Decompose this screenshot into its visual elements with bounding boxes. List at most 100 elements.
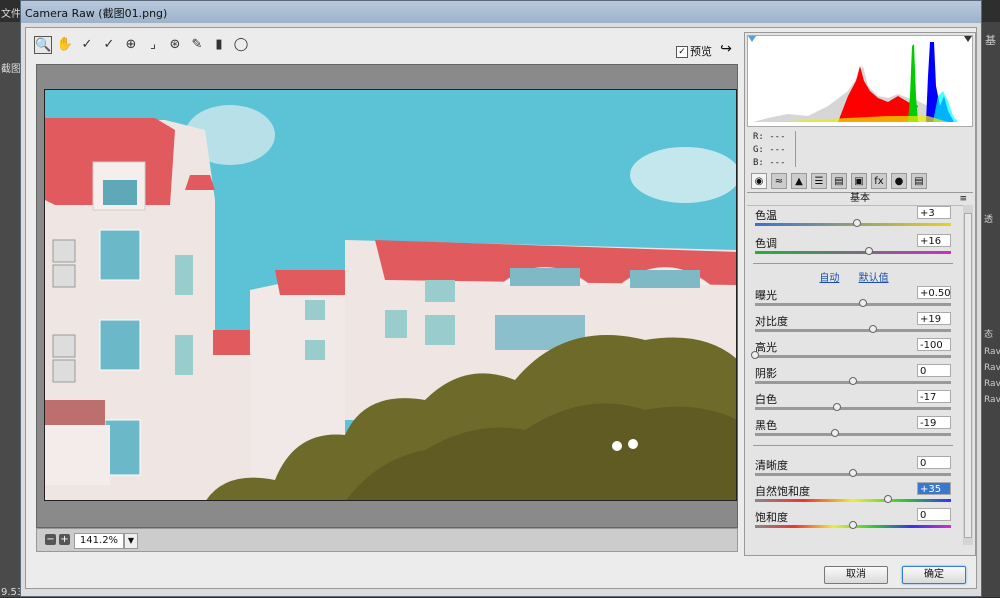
auto-link[interactable]: 自动 xyxy=(819,273,839,284)
zoom-level-field[interactable]: 141.2% xyxy=(74,533,124,549)
slider-value-field[interactable]: +19 xyxy=(917,312,951,325)
slider-thumb[interactable] xyxy=(831,429,840,437)
slider-exposure[interactable]: 曝光 +0.50 xyxy=(747,286,961,313)
panel-tabs: ◉ ≈ ▲ ☰ ▤ ▣ fx ● ▤ xyxy=(747,173,973,191)
panel-title-text: 基本 xyxy=(850,193,870,204)
graduated-filter-icon[interactable]: ◯ xyxy=(232,36,250,54)
slider-value-field[interactable]: -17 xyxy=(917,390,951,403)
panel-scrollbar[interactable] xyxy=(963,205,973,545)
hsl-icon[interactable]: ☰ xyxy=(811,173,827,189)
toolbar: 🔍 ✋ ✓ ✓ ⊕ ⌟ ⊛ ✎ ▮ ◯ xyxy=(34,34,744,56)
slider-track[interactable] xyxy=(755,325,951,333)
slider-label: 阴影 xyxy=(755,367,777,380)
slider-value-field[interactable]: -100 xyxy=(917,338,951,351)
zoom-in-button[interactable]: + xyxy=(59,534,70,545)
slider-value-field[interactable]: +0.50 xyxy=(917,286,951,299)
slider-contrast[interactable]: 对比度 +19 xyxy=(747,312,961,339)
targeted-adjust-icon[interactable]: ⊕ xyxy=(122,36,140,54)
redeye-icon[interactable]: ✎ xyxy=(188,36,206,54)
camera-calibration-icon[interactable]: ● xyxy=(891,173,907,189)
split-tone-icon[interactable]: ▤ xyxy=(831,173,847,189)
slider-track[interactable] xyxy=(755,469,951,477)
slider-track[interactable] xyxy=(751,351,951,359)
white-balance-icon[interactable]: ✓ xyxy=(78,36,96,54)
title-bar[interactable]: Camera Raw (截图01.png) xyxy=(21,1,981,23)
slider-thumb[interactable] xyxy=(849,521,857,529)
slider-value-field[interactable]: 0 xyxy=(917,364,951,377)
slider-thumb[interactable] xyxy=(864,247,873,255)
readout-divider xyxy=(795,131,796,167)
color-sampler-icon[interactable]: ✓ xyxy=(100,36,118,54)
host-right-label: 透 xyxy=(984,215,994,225)
hand-icon[interactable]: ✋ xyxy=(56,36,74,54)
preview-checkbox[interactable]: ✓ 预览 xyxy=(676,43,712,59)
slider-clarity[interactable]: 清晰度 0 xyxy=(747,456,961,483)
slider-track[interactable] xyxy=(755,521,951,529)
tone-curve-icon[interactable]: ≈ xyxy=(771,173,787,189)
image-canvas[interactable] xyxy=(36,64,738,528)
window-title: Camera Raw (截图01.png) xyxy=(25,7,168,20)
slider-track[interactable] xyxy=(755,429,951,437)
slider-blacks[interactable]: 黑色 -19 xyxy=(747,416,961,443)
slider-value-field[interactable]: +3 xyxy=(917,206,951,219)
slider-value-field[interactable]: +16 xyxy=(917,234,951,247)
slider-track[interactable] xyxy=(755,377,951,385)
slider-thumb[interactable] xyxy=(849,377,857,385)
slider-thumb[interactable] xyxy=(852,219,861,227)
host-left-strip: 文件 截图 9.53 xyxy=(0,9,23,598)
slider-thumb[interactable] xyxy=(849,469,857,477)
slider-temperature[interactable]: 色温 +3 xyxy=(747,206,961,233)
slider-value-field[interactable]: -19 xyxy=(917,416,951,429)
fullscreen-icon[interactable]: ↪ xyxy=(718,41,734,57)
slider-track[interactable] xyxy=(755,247,951,255)
basic-icon[interactable]: ◉ xyxy=(751,173,767,189)
slider-thumb[interactable] xyxy=(884,495,893,503)
adjustment-brush-icon[interactable]: ▮ xyxy=(210,36,228,54)
detail-icon[interactable]: ▲ xyxy=(791,173,807,189)
slider-track[interactable] xyxy=(755,299,951,307)
host-right-label: 基 xyxy=(985,34,996,47)
auto-default-links: 自动 默认值 xyxy=(747,269,961,284)
slider-thumb[interactable] xyxy=(858,299,867,307)
slider-track[interactable] xyxy=(755,219,951,227)
slider-shadows[interactable]: 阴影 0 xyxy=(747,364,961,391)
slider-label: 黑色 xyxy=(755,419,777,432)
zoom-out-button[interactable]: − xyxy=(45,534,56,545)
slider-highlights[interactable]: 高光 -100 xyxy=(747,338,961,365)
fx-icon[interactable]: fx xyxy=(871,173,887,189)
host-right-label: Rav xyxy=(984,363,1000,373)
section-divider xyxy=(753,263,953,264)
slider-saturation[interactable]: 饱和度 0 xyxy=(747,508,961,535)
panel-menu-icon[interactable]: ≡ xyxy=(959,193,967,205)
slider-thumb[interactable] xyxy=(751,351,759,359)
zoom-dropdown-icon[interactable]: ▼ xyxy=(124,533,138,549)
g-readout: G: --- xyxy=(753,145,786,155)
basic-panel: 色温 +3 色调 +16 自动 默认值 曝光 +0.50 对比度 +19 高光 … xyxy=(747,205,961,545)
slider-value-field[interactable]: +35 xyxy=(917,482,951,495)
slider-vibrance[interactable]: 自然饱和度 +35 xyxy=(747,482,961,509)
presets-icon[interactable]: ▤ xyxy=(911,173,927,189)
slider-track[interactable] xyxy=(755,403,951,411)
slider-thumb[interactable] xyxy=(868,325,877,333)
slider-label: 自然饱和度 xyxy=(755,485,810,498)
checkbox-icon[interactable]: ✓ xyxy=(676,46,688,58)
host-right-strip: 基 透 态 Rav Rav Rav Rav xyxy=(982,22,1000,597)
host-right-label: 态 xyxy=(984,330,994,340)
crop-icon[interactable]: ⌟ xyxy=(144,36,162,54)
default-link[interactable]: 默认值 xyxy=(859,273,889,284)
scrollbar-thumb[interactable] xyxy=(964,213,972,538)
slider-track[interactable] xyxy=(755,495,951,503)
cancel-button[interactable]: 取消 xyxy=(824,566,888,584)
slider-tint[interactable]: 色调 +16 xyxy=(747,234,961,261)
host-right-label: Rav xyxy=(984,347,1000,357)
lens-icon[interactable]: ▣ xyxy=(851,173,867,189)
slider-label: 饱和度 xyxy=(755,511,788,524)
host-left-label: 文件 xyxy=(1,9,21,20)
spot-removal-icon[interactable]: ⊛ xyxy=(166,36,184,54)
slider-value-field[interactable]: 0 xyxy=(917,508,951,521)
slider-value-field[interactable]: 0 xyxy=(917,456,951,469)
slider-thumb[interactable] xyxy=(833,403,842,411)
ok-button[interactable]: 确定 xyxy=(902,566,966,584)
slider-whites[interactable]: 白色 -17 xyxy=(747,390,961,417)
zoom-icon[interactable]: 🔍 xyxy=(34,36,52,54)
